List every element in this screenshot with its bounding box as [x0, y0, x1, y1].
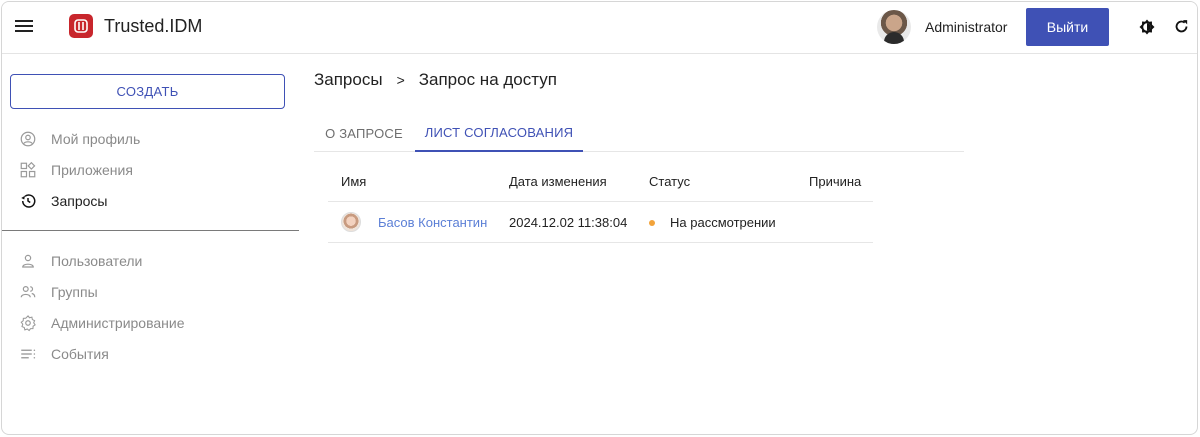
breadcrumb: Запросы > Запрос на доступ — [314, 70, 557, 90]
trusted-logo-icon — [69, 14, 93, 38]
sidebar-item-label: Пользователи — [51, 253, 143, 269]
column-header-reason: Причина — [809, 174, 862, 189]
date-cell: 2024.12.02 11:38:04 — [509, 215, 628, 230]
table-header: Имя Дата изменения Статус Причина — [328, 162, 873, 202]
status-dot-icon — [649, 220, 655, 226]
column-header-date: Дата изменения — [509, 174, 607, 189]
group-icon — [20, 286, 36, 298]
history-icon — [21, 194, 36, 208]
create-button[interactable]: СОЗДАТЬ — [10, 74, 285, 109]
table-row[interactable]: Басов Константин 2024.12.02 11:38:04 На … — [328, 202, 873, 243]
sidebar-item-label: Мой профиль — [51, 131, 141, 147]
sidebar-item-label: События — [51, 346, 109, 362]
brightness-icon[interactable] — [1138, 18, 1156, 36]
settings-icon — [20, 315, 36, 332]
hamburger-menu-icon[interactable] — [15, 19, 33, 33]
events-list-icon — [21, 349, 36, 359]
sidebar-divider — [2, 230, 299, 231]
account-circle-icon — [20, 131, 36, 147]
apps-icon — [20, 161, 36, 178]
top-header: Trusted.IDM Administrator Выйти — [2, 2, 1197, 54]
app-window: Trusted.IDM Administrator Выйти СОЗДАТЬ … — [1, 1, 1198, 435]
username-label: Administrator — [925, 19, 1008, 35]
avatar — [341, 212, 361, 232]
sidebar-item-profile[interactable]: Мой профиль — [2, 124, 299, 154]
breadcrumb-parent[interactable]: Запросы — [314, 70, 383, 90]
sidebar-item-label: Администрирование — [51, 315, 185, 331]
refresh-icon[interactable] — [1173, 18, 1190, 35]
tab-about-request[interactable]: О ЗАПРОСЕ — [314, 114, 414, 152]
breadcrumb-separator: > — [396, 72, 405, 88]
sidebar-item-label: Группы — [51, 284, 98, 300]
sidebar-item-label: Приложения — [51, 162, 133, 178]
sidebar-item-groups[interactable]: Группы — [2, 277, 299, 307]
user-icon — [22, 254, 34, 268]
column-header-name: Имя — [341, 174, 367, 189]
breadcrumb-current: Запрос на доступ — [418, 70, 557, 89]
column-header-status: Статус — [649, 174, 691, 189]
logout-button[interactable]: Выйти — [1026, 8, 1109, 46]
approval-table: Имя Дата изменения Статус Причина Басов … — [328, 162, 873, 243]
status-cell: На рассмотрении — [670, 215, 776, 230]
sidebar-item-events[interactable]: События — [2, 339, 299, 369]
tab-approval-sheet[interactable]: ЛИСТ СОГЛАСОВАНИЯ — [415, 114, 583, 152]
sidebar-item-apps[interactable]: Приложения — [2, 155, 299, 185]
sidebar-item-users[interactable]: Пользователи — [2, 246, 299, 276]
app-title: Trusted.IDM — [104, 16, 203, 36]
user-avatar[interactable] — [877, 10, 911, 44]
tab-bar: О ЗАПРОСЕ ЛИСТ СОГЛАСОВАНИЯ — [314, 114, 964, 152]
approver-name-link[interactable]: Басов Константин — [378, 215, 487, 230]
sidebar: СОЗДАТЬ Мой профиль Приложения Запросы П… — [2, 54, 299, 434]
sidebar-item-requests[interactable]: Запросы — [2, 186, 299, 216]
sidebar-item-administration[interactable]: Администрирование — [2, 308, 299, 338]
sidebar-item-label: Запросы — [51, 193, 108, 209]
